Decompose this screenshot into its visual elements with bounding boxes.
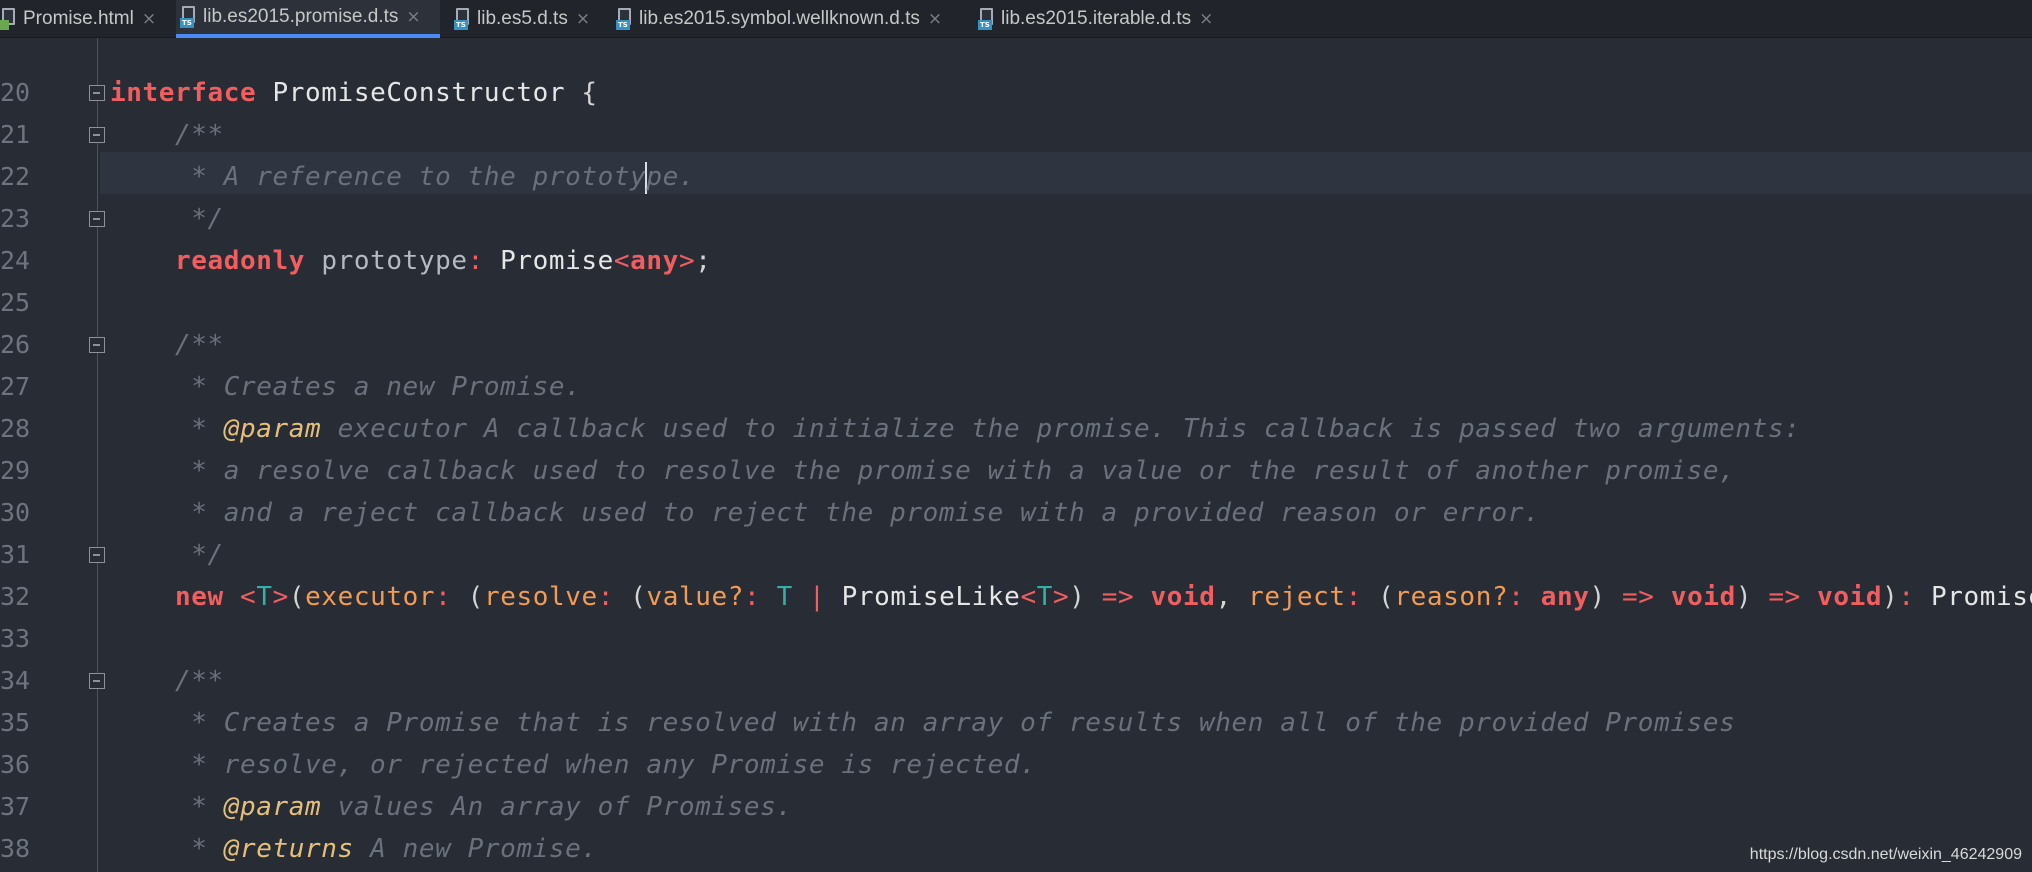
code-line[interactable]: 23 * A reference to the prototype. — [0, 156, 2032, 233]
ts-file-icon: TS — [454, 8, 470, 30]
tab-label: lib.es2015.symbol.wellknown.d.ts — [639, 8, 920, 29]
close-icon[interactable]: × — [576, 9, 590, 29]
code-text: * @param values An array of Promises. — [110, 792, 793, 822]
code-text: * A reference to the prototype. — [110, 161, 696, 194]
tab-label: Promise.html — [23, 8, 134, 29]
fold-toggle-icon[interactable] — [89, 673, 105, 689]
code-text: */ — [110, 540, 224, 570]
code-line[interactable]: 36 * Creates a Promise that is resolved … — [0, 702, 2032, 779]
code-text: interface PromiseConstructor { — [110, 78, 598, 108]
code-line[interactable]: 28 * Creates a new Promise. — [0, 366, 2032, 443]
code-line[interactable]: 27 /** — [0, 324, 2032, 401]
code-text: * Creates a Promise that is resolved wit… — [110, 708, 1736, 738]
ts-file-icon: TS — [180, 6, 196, 28]
code-line[interactable]: 33 new <T>(executor: (resolve: (value?: … — [0, 576, 2032, 653]
tab-label: lib.es5.d.ts — [477, 8, 568, 29]
tab-lib-es2015-symbol-wellknown[interactable]: TS lib.es2015.symbol.wellknown.d.ts × — [614, 0, 970, 38]
tab-label: lib.es2015.iterable.d.ts — [1001, 8, 1192, 29]
html-file-icon — [0, 8, 16, 30]
close-icon[interactable]: × — [406, 7, 420, 27]
code-text: * a resolve callback used to resolve the… — [110, 456, 1736, 486]
code-line[interactable]: 31 * and a reject callback used to rejec… — [0, 492, 2032, 569]
code-text: /** — [110, 120, 224, 150]
fold-toggle-icon[interactable] — [89, 85, 105, 101]
fold-toggle-icon[interactable] — [89, 547, 105, 563]
code-line[interactable]: 30 * a resolve callback used to resolve … — [0, 450, 2032, 527]
code-text: readonly prototype: Promise<any>; — [175, 246, 712, 276]
code-editor[interactable]: 20 21 interface PromiseConstructor { 22 … — [0, 38, 2032, 872]
code-line[interactable]: 20 — [0, 38, 2032, 107]
code-text: * Creates a new Promise. — [110, 372, 582, 402]
code-text: * @param executor A callback used to ini… — [110, 414, 1801, 444]
code-line[interactable]: 22 /** — [0, 114, 2032, 191]
code-line[interactable]: 34 — [0, 618, 2032, 695]
tab-lib-es2015-promise[interactable]: TS lib.es2015.promise.d.ts × — [176, 0, 440, 38]
code-line[interactable]: 37 * resolve, or rejected when any Promi… — [0, 744, 2032, 821]
code-line[interactable]: 21 interface PromiseConstructor { — [0, 72, 2032, 149]
ts-file-icon: TS — [978, 8, 994, 30]
code-line[interactable]: 35 /** — [0, 660, 2032, 737]
watermark: https://blog.csdn.net/weixin_46242909 — [1749, 846, 2022, 863]
code-text: * resolve, or rejected when any Promise … — [110, 750, 1037, 780]
code-line[interactable]: 24 */ — [0, 198, 2032, 275]
ts-file-icon: TS — [616, 8, 632, 30]
fold-toggle-icon[interactable] — [89, 337, 105, 353]
code-text: new <T>(executor: (resolve: (value?: T |… — [175, 582, 2032, 612]
fold-toggle-icon[interactable] — [89, 127, 105, 143]
code-text: * @returns A new Promise. — [110, 834, 598, 864]
close-icon[interactable]: × — [142, 9, 156, 29]
tab-lib-es5[interactable]: TS lib.es5.d.ts × — [452, 0, 608, 38]
close-icon[interactable]: × — [1199, 9, 1213, 29]
code-line[interactable]: 26 — [0, 282, 2032, 359]
fold-toggle-icon[interactable] — [89, 211, 105, 227]
code-text: * and a reject callback used to reject t… — [110, 498, 1541, 528]
editor-tab-bar: Promise.html × TS lib.es2015.promise.d.t… — [0, 0, 2032, 38]
code-line[interactable]: 32 */ — [0, 534, 2032, 611]
code-line[interactable]: 29 * @param executor A callback used to … — [0, 408, 2032, 485]
code-text: /** — [110, 330, 224, 360]
tab-label: lib.es2015.promise.d.ts — [203, 6, 399, 27]
tab-promise-html[interactable]: Promise.html × — [0, 0, 166, 38]
code-text: /** — [110, 666, 224, 696]
code-line[interactable]: 25 readonly prototype: Promise<any>; — [0, 240, 2032, 317]
code-line[interactable]: 38 * @param values An array of Promises. — [0, 786, 2032, 863]
code-text: */ — [110, 204, 224, 234]
close-icon[interactable]: × — [928, 9, 942, 29]
tab-lib-es2015-iterable[interactable]: TS lib.es2015.iterable.d.ts × — [976, 0, 1236, 38]
code-line[interactable]: 39 * @returns A new Promise. — [0, 828, 2032, 870]
